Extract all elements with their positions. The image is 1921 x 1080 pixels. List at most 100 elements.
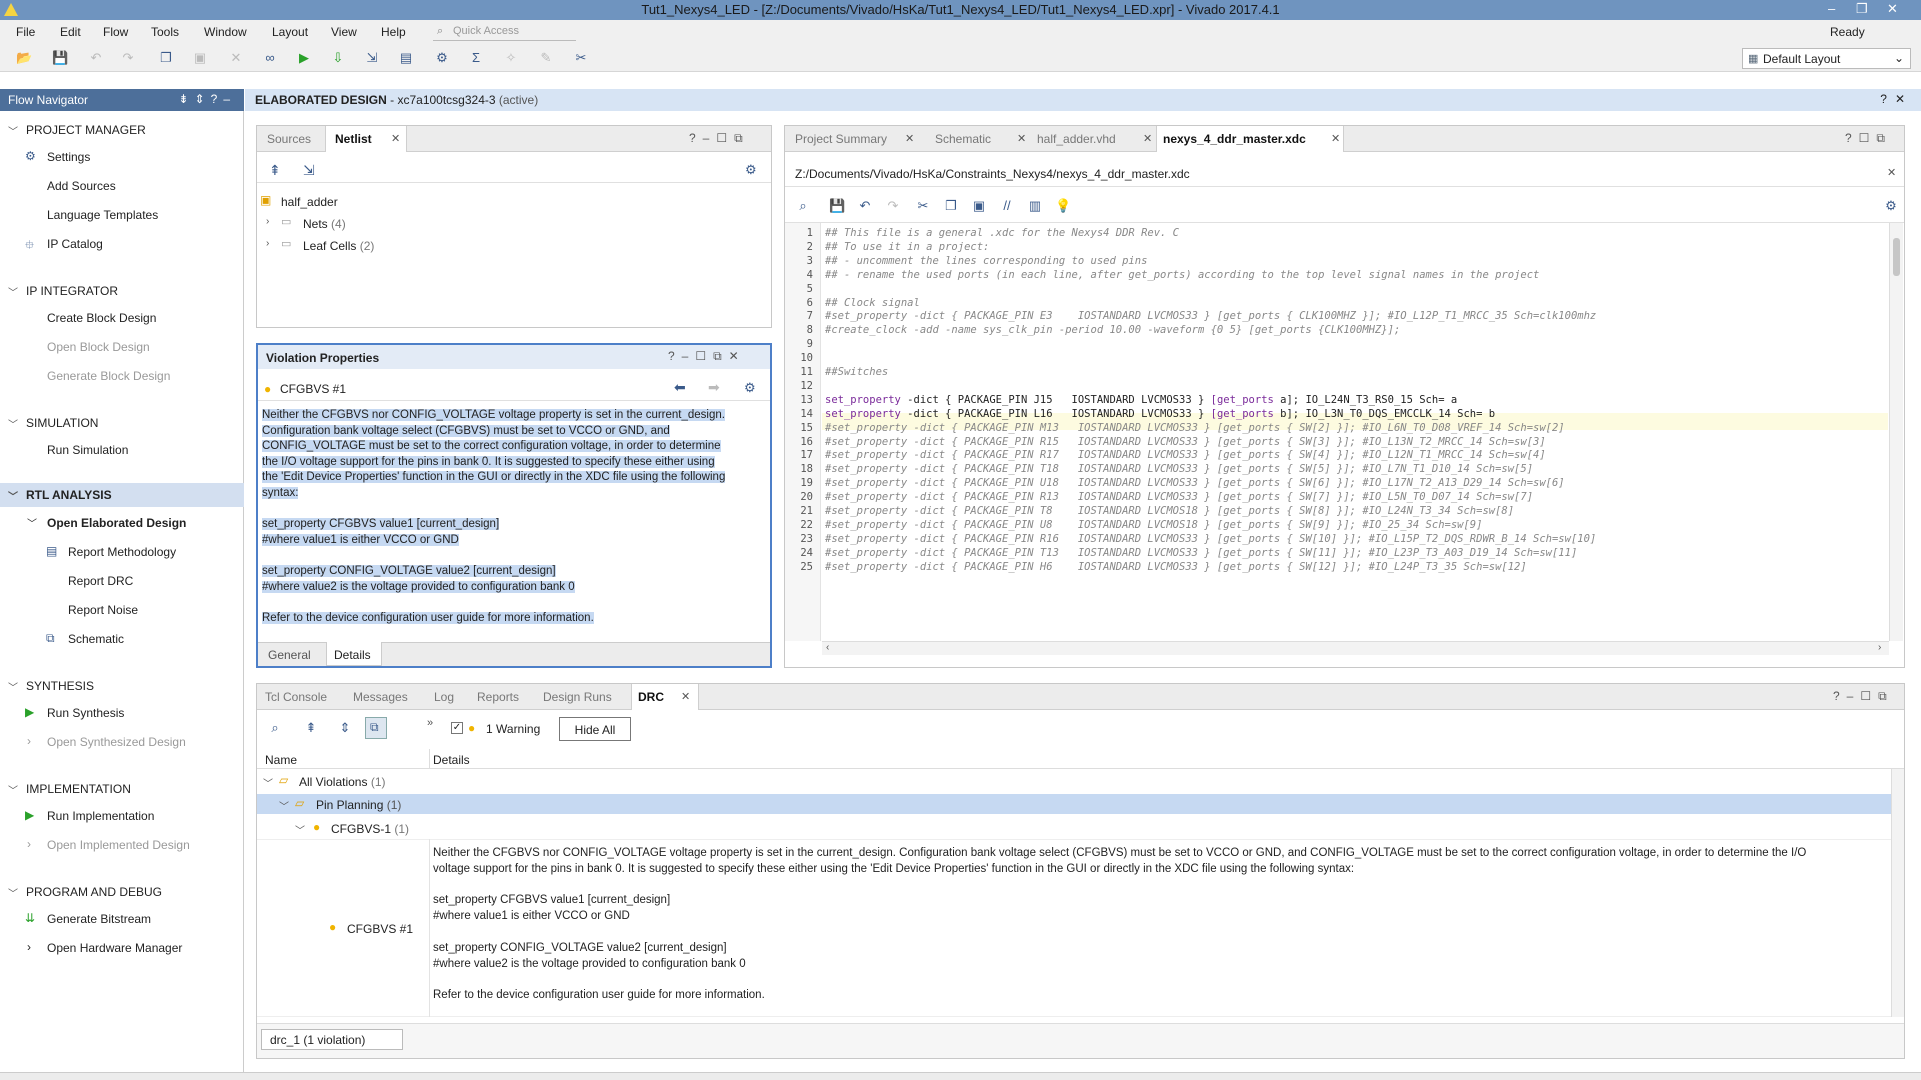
netlist-leaf-cells[interactable]: Leaf Cells (2) [303, 239, 374, 253]
overflow-icon[interactable]: » [427, 717, 433, 729]
search-icon[interactable]: ⌕ [267, 720, 283, 736]
column-name[interactable]: Name [265, 753, 297, 767]
menu-help[interactable]: Help [381, 25, 406, 39]
violation-item[interactable]: CFGBVS #1 [347, 922, 413, 936]
nav-report-drc[interactable]: Report DRC [68, 574, 133, 588]
scroll-right-icon[interactable]: › [1878, 642, 1881, 653]
tree-all-violations[interactable]: All Violations (1) [299, 775, 386, 789]
section-synthesis[interactable]: ﹀ SYNTHESIS [8, 679, 94, 694]
gear-icon[interactable]: ⚙ [1883, 198, 1899, 214]
sum-icon[interactable]: Σ [468, 50, 484, 66]
nav-run-synthesis[interactable]: ▶ Run Synthesis [25, 705, 124, 720]
menu-view[interactable]: View [331, 25, 357, 39]
run-tab-drc-1[interactable]: drc_1 (1 violation) [261, 1029, 403, 1050]
close-icon[interactable]: ✕ [905, 132, 914, 145]
copy-icon[interactable]: ❐ [158, 50, 174, 66]
gear-icon[interactable]: ⚙ [745, 162, 757, 178]
menu-layout[interactable]: Layout [272, 25, 308, 39]
layout-select[interactable]: ▦ Default Layout ⌄ [1742, 48, 1911, 69]
columns-icon[interactable]: ▥ [1027, 198, 1043, 214]
close-icon[interactable]: ✕ [391, 132, 400, 145]
close-icon[interactable]: ✕ [1887, 166, 1896, 179]
nav-open-implemented-design[interactable]: › Open Implemented Design [27, 837, 190, 852]
forward-arrow-icon[interactable]: ➡ [708, 379, 720, 396]
chevron-down-icon[interactable]: ﹀ [263, 775, 273, 790]
menu-flow[interactable]: Flow [103, 25, 128, 39]
tab-xdc-file[interactable]: nexys_4_ddr_master.xdc [1163, 132, 1306, 146]
section-rtl-analysis[interactable]: ﹀ RTL ANALYSIS [8, 488, 112, 503]
cut-icon[interactable]: ✂ [915, 198, 931, 214]
tab-details[interactable]: Details [334, 648, 371, 662]
close-icon[interactable]: ✕ [1017, 132, 1026, 145]
nav-report-methodology[interactable]: ▤ Report Methodology [46, 544, 176, 559]
comment-icon[interactable]: // [999, 198, 1015, 214]
close-button[interactable]: ✕ [1887, 1, 1898, 17]
nav-open-synthesized-design[interactable]: › Open Synthesized Design [27, 734, 186, 749]
section-program-and-debug[interactable]: ﹀ PROGRAM AND DEBUG [8, 885, 162, 900]
section-project-manager[interactable]: ﹀ PROJECT MANAGER [8, 123, 146, 138]
section-implementation[interactable]: ﹀ IMPLEMENTATION [8, 782, 131, 797]
tab-reports[interactable]: Reports [477, 690, 519, 704]
nav-generate-bitstream[interactable]: ⇊ Generate Bitstream [25, 911, 151, 926]
close-icon[interactable]: ✕ [1143, 132, 1152, 145]
tab-schematic[interactable]: Schematic [935, 132, 991, 146]
netlist-nets[interactable]: Nets (4) [303, 217, 346, 231]
chevron-right-icon[interactable]: › [266, 238, 269, 249]
copy-icon[interactable]: ❐ [943, 198, 959, 214]
nav-run-simulation[interactable]: Run Simulation [47, 443, 128, 457]
search-icon[interactable]: ⌕ [795, 198, 811, 214]
report-icon[interactable]: ▤ [398, 50, 414, 66]
nav-report-noise[interactable]: Report Noise [68, 603, 138, 617]
chevron-right-icon[interactable]: › [266, 216, 269, 227]
panel-controls[interactable]: ?☐⧉ [1845, 131, 1892, 146]
nav-run-implementation[interactable]: ▶ Run Implementation [25, 808, 154, 823]
collapse-all-icon[interactable]: ⇞ [269, 162, 281, 179]
menu-file[interactable]: File [16, 25, 35, 39]
chevron-down-icon[interactable]: ﹀ [279, 798, 289, 813]
undo-icon[interactable]: ↶ [88, 50, 104, 66]
tab-half-adder-vhd[interactable]: half_adder.vhd [1037, 132, 1116, 146]
open-project-icon[interactable]: 📂 [16, 50, 32, 66]
tab-netlist[interactable]: Netlist [335, 132, 372, 146]
menu-edit[interactable]: Edit [60, 25, 81, 39]
selected-row[interactable] [257, 794, 1891, 814]
netlist-root[interactable]: half_adder [281, 195, 338, 209]
tab-log[interactable]: Log [434, 690, 454, 704]
nav-add-sources[interactable]: Add Sources [47, 179, 116, 193]
nav-schematic[interactable]: ⧉ Schematic [46, 631, 124, 646]
nav-open-hardware-manager[interactable]: › Open Hardware Manager [27, 940, 182, 955]
scroll-thumb[interactable] [1893, 238, 1900, 276]
tab-tcl-console[interactable]: Tcl Console [265, 690, 327, 704]
flow-navigator-controls[interactable]: ⇟⇕?– [179, 92, 236, 106]
debug-icon[interactable]: ✧ [503, 50, 519, 66]
collapse-all-icon[interactable]: ⇞ [303, 720, 319, 736]
delete-icon[interactable]: ✕ [228, 50, 244, 66]
paste-icon[interactable]: ▣ [192, 50, 208, 66]
section-simulation[interactable]: ﹀ SIMULATION [8, 416, 98, 431]
nav-open-block-design[interactable]: Open Block Design [47, 340, 150, 354]
minimize-button[interactable]: – [1828, 1, 1835, 16]
quick-access-input[interactable]: ⌕ Quick Access [433, 22, 576, 41]
tree-cfgbvs-1[interactable]: CFGBVS-1 (1) [331, 822, 409, 836]
scroll-left-icon[interactable]: ‹ [826, 642, 829, 653]
warning-checkbox[interactable]: ✓ [451, 722, 463, 734]
tab-project-summary[interactable]: Project Summary [795, 132, 887, 146]
code-area[interactable]: 1 ## This file is a general .xdc for the … [785, 227, 1885, 639]
expand-all-icon[interactable]: ⇕ [337, 720, 353, 736]
gear-icon[interactable]: ⚙ [744, 380, 756, 396]
nav-language-templates[interactable]: Language Templates [47, 208, 158, 222]
menu-window[interactable]: Window [204, 25, 247, 39]
panel-controls[interactable]: ?–☐⧉ [689, 131, 750, 146]
implement-icon[interactable]: ⇲ [364, 50, 380, 66]
save-icon[interactable]: 💾 [52, 50, 68, 66]
tree-pin-planning[interactable]: Pin Planning (1) [316, 798, 401, 812]
section-ip-integrator[interactable]: ﹀ IP INTEGRATOR [8, 284, 118, 299]
panel-controls[interactable]: ?–☐⧉✕ [668, 349, 746, 364]
restore-button[interactable]: ❐ [1856, 1, 1868, 17]
undo-icon[interactable]: ↶ [857, 198, 873, 214]
search-hierarchy-icon[interactable]: ∞ [262, 50, 278, 66]
nav-open-elaborated-design[interactable]: ﹀ Open Elaborated Design [27, 516, 186, 530]
tab-design-runs[interactable]: Design Runs [543, 690, 612, 704]
vertical-scrollbar[interactable] [1891, 769, 1904, 1017]
chevron-down-icon[interactable]: ﹀ [295, 822, 305, 837]
